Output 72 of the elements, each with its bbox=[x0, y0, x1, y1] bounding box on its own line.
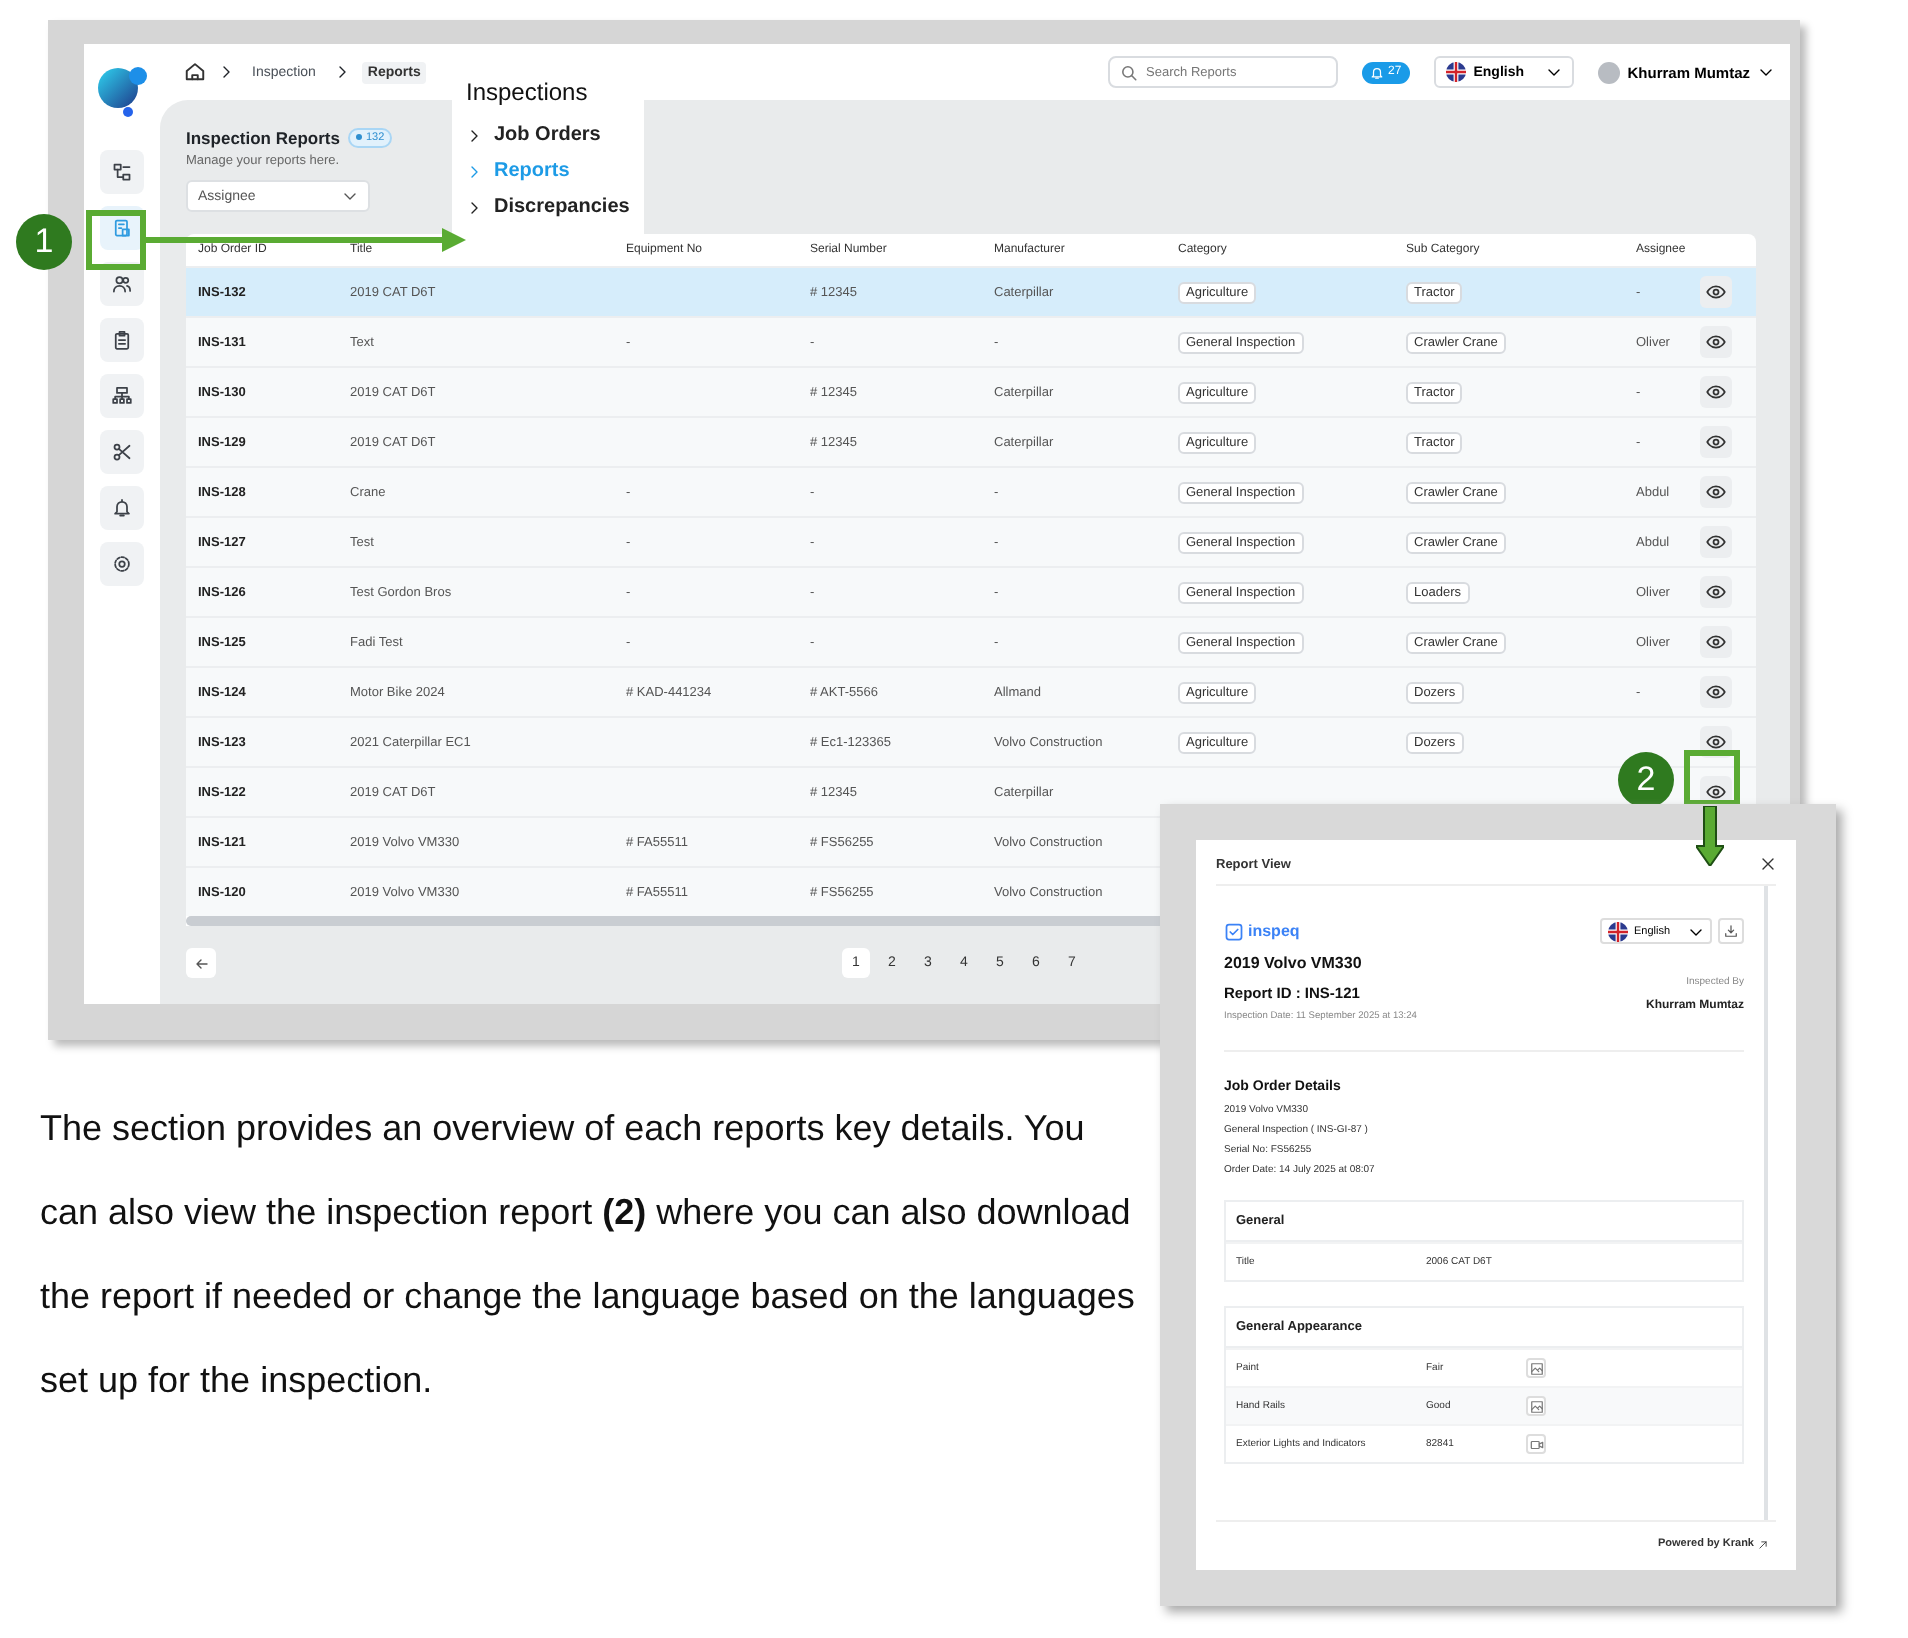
highlight-frame bbox=[86, 210, 146, 270]
eye-icon bbox=[1706, 682, 1726, 702]
workflow-icon bbox=[112, 162, 132, 182]
view-button[interactable] bbox=[1700, 376, 1732, 408]
chevron-down-icon bbox=[1758, 64, 1774, 80]
search-icon bbox=[1120, 63, 1139, 81]
video-button[interactable] bbox=[1526, 1434, 1546, 1454]
eye-icon bbox=[1706, 482, 1726, 502]
eye-icon bbox=[1706, 432, 1726, 452]
arrow bbox=[1696, 806, 1724, 866]
sidebar-nav-button[interactable] bbox=[100, 318, 144, 362]
flag-icon bbox=[1608, 921, 1628, 941]
eye-icon bbox=[1706, 382, 1726, 402]
menu-title: Inspections bbox=[466, 78, 590, 106]
bell-icon bbox=[1370, 65, 1385, 79]
download-icon bbox=[1724, 924, 1738, 938]
close-button[interactable] bbox=[1760, 856, 1776, 872]
close-icon bbox=[1760, 856, 1776, 872]
download-button[interactable] bbox=[1718, 918, 1744, 944]
bell-icon bbox=[112, 498, 132, 518]
view-button[interactable] bbox=[1700, 426, 1732, 458]
users-icon bbox=[112, 274, 132, 294]
brand-logo: inspeq bbox=[1224, 921, 1300, 941]
sidebar-nav-button[interactable] bbox=[100, 430, 144, 474]
description-text: The section provides an overview of each reports key details. You can also view the inspection report (2) where you can also download the report if needed or change the language based on the languages set up for the inspection. bbox=[40, 1106, 1137, 1404]
logo-icon bbox=[94, 62, 150, 118]
scissors-icon bbox=[112, 442, 132, 462]
flag-icon bbox=[1445, 62, 1466, 82]
eye-icon bbox=[1706, 332, 1726, 352]
arrow-left-icon bbox=[193, 955, 209, 971]
page-title: Inspection Reports bbox=[186, 128, 340, 148]
view-button[interactable] bbox=[1700, 676, 1732, 708]
eye-icon bbox=[1706, 582, 1726, 602]
chevron-icon bbox=[218, 64, 234, 80]
view-button[interactable] bbox=[1700, 326, 1732, 358]
eye-icon bbox=[1706, 732, 1726, 752]
chevron-down-icon bbox=[1545, 64, 1562, 80]
video-camera-icon bbox=[1529, 1437, 1543, 1451]
check-icon bbox=[1224, 921, 1244, 941]
eye-icon bbox=[1706, 782, 1726, 802]
view-button[interactable] bbox=[1700, 476, 1732, 508]
settings-icon bbox=[112, 554, 132, 574]
external-link-icon bbox=[1758, 1539, 1768, 1549]
eye-icon bbox=[1706, 282, 1726, 302]
view-button[interactable] bbox=[1700, 576, 1732, 608]
back-button[interactable] bbox=[186, 948, 216, 978]
sidebar-nav-button[interactable] bbox=[100, 486, 144, 530]
avatar-icon bbox=[1597, 61, 1620, 83]
view-button[interactable] bbox=[1700, 626, 1732, 658]
chevron-icon bbox=[466, 199, 482, 215]
clipboard-icon bbox=[112, 330, 132, 350]
hierarchy-icon bbox=[112, 386, 132, 406]
view-button[interactable] bbox=[1700, 526, 1732, 558]
view-button[interactable] bbox=[1700, 276, 1732, 308]
chevron-icon bbox=[466, 127, 482, 143]
menu-item[interactable]: Discrepancies bbox=[466, 196, 630, 218]
chevron-icon bbox=[466, 163, 482, 179]
sidebar-nav-button[interactable] bbox=[100, 150, 144, 194]
image-icon bbox=[1529, 1361, 1543, 1375]
sidebar-nav-button[interactable] bbox=[100, 542, 144, 586]
eye-icon bbox=[1706, 632, 1726, 652]
vehicle-title: 2019 Volvo VM330 bbox=[1224, 954, 1364, 972]
image-icon bbox=[1529, 1399, 1543, 1413]
step-marker: 1 bbox=[16, 214, 72, 270]
sidebar-nav-button[interactable] bbox=[100, 374, 144, 418]
report-icon bbox=[112, 218, 132, 238]
menu-item[interactable]: Job Orders bbox=[466, 124, 601, 146]
chevron-down-icon bbox=[342, 188, 358, 204]
home-icon bbox=[184, 59, 206, 81]
eye-icon bbox=[1706, 532, 1726, 552]
photo-button[interactable] bbox=[1526, 1358, 1546, 1378]
photo-button[interactable] bbox=[1526, 1396, 1546, 1416]
